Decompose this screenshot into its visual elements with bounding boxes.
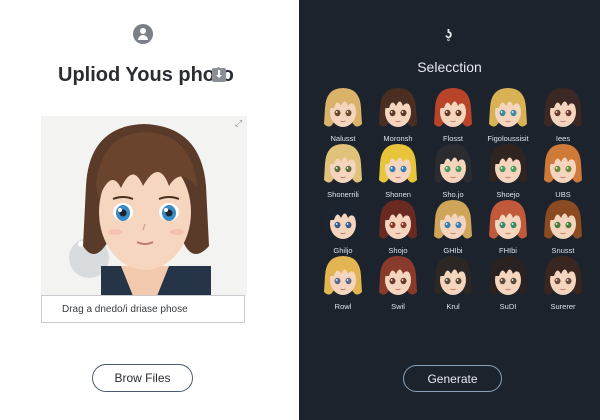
style-option[interactable]: UBS <box>535 142 591 200</box>
style-avatar-image <box>324 88 362 127</box>
style-option[interactable]: FHIbi <box>480 198 536 256</box>
style-option[interactable]: Moronsh <box>370 86 426 144</box>
style-avatar-image <box>324 200 362 239</box>
logo-icon: ʖ̥ <box>445 26 453 41</box>
style-option[interactable]: Krul <box>425 254 481 312</box>
style-option-label: Swil <box>391 302 405 311</box>
style-option[interactable]: Shoejo <box>480 142 536 200</box>
style-avatar-image <box>544 144 582 183</box>
style-option[interactable]: Rowl <box>315 254 371 312</box>
style-option[interactable]: Shonen <box>370 142 426 200</box>
style-option[interactable]: Nalusst <box>315 86 371 144</box>
style-avatar-image <box>379 200 417 239</box>
style-avatar-image <box>544 200 582 239</box>
style-avatar-image <box>489 256 527 295</box>
style-avatar-image <box>379 256 417 295</box>
selection-panel: ʖ̥ Selecction Nalusst Moronsh Flosst Figolo… <box>299 0 600 420</box>
style-option[interactable]: Iees <box>535 86 591 144</box>
style-option-label: Rowl <box>334 302 352 311</box>
drop-zone-field[interactable]: Drag a dnedo/i driase phose <box>41 295 245 323</box>
style-option[interactable]: Swil <box>370 254 426 312</box>
style-avatar-image <box>544 256 582 295</box>
style-option-label: Krul <box>446 302 460 311</box>
expand-icon[interactable]: ⤢ <box>235 119 243 128</box>
style-option[interactable]: GHIbi <box>425 198 481 256</box>
style-avatar-image <box>489 88 527 127</box>
style-avatar-image <box>434 256 472 295</box>
selection-title: Selecction <box>417 59 482 75</box>
style-avatar-image <box>544 88 582 127</box>
style-option[interactable]: Sho.jo <box>425 142 481 200</box>
style-avatar-image <box>434 200 472 239</box>
style-option[interactable]: Figoloussisit <box>480 86 536 144</box>
style-avatar-image <box>434 88 472 127</box>
style-option[interactable]: Flosst <box>425 86 481 144</box>
style-avatar-image <box>434 144 472 183</box>
style-avatar-image <box>489 200 527 239</box>
generate-button[interactable]: Generate <box>403 365 502 392</box>
style-avatar-image <box>489 144 527 183</box>
style-option[interactable]: Shojo <box>370 198 426 256</box>
style-option[interactable]: Shonerrili <box>315 142 371 200</box>
uploaded-photo-image <box>69 124 211 296</box>
upload-panel: Upliod Yous photo ⤢ Drag a dnedo/i drias… <box>0 0 299 420</box>
style-avatar-image <box>324 256 362 295</box>
style-option[interactable]: Ghiljo <box>315 198 371 256</box>
style-option[interactable]: Surerer <box>535 254 591 312</box>
download-icon[interactable] <box>212 68 226 82</box>
upload-title: Upliod Yous photo <box>58 64 234 86</box>
style-option[interactable]: Snusst <box>535 198 591 256</box>
browse-files-button[interactable]: Brow Files <box>92 364 193 392</box>
style-avatar-image <box>379 88 417 127</box>
photo-preview[interactable]: ⤢ <box>41 116 247 296</box>
user-circle-icon[interactable] <box>133 24 153 44</box>
style-avatar-image <box>324 144 362 183</box>
style-option-label: Surerer <box>550 302 576 311</box>
style-option[interactable]: SuDI <box>480 254 536 312</box>
style-avatar-image <box>379 144 417 183</box>
style-option-label: SuDI <box>499 302 517 311</box>
